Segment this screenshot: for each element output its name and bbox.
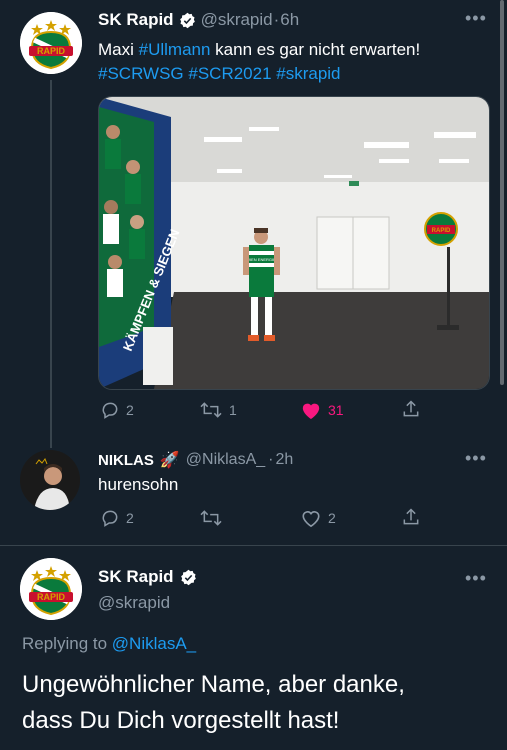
share-icon [403, 400, 419, 417]
more-options-icon[interactable]: ••• [465, 448, 487, 469]
tweet-header: SK Rapid [98, 567, 197, 587]
hashtags-link[interactable]: #SCRWSG #SCR2021 #skrapid [98, 64, 341, 83]
reply-count: 2 [126, 402, 134, 418]
heart-outline-icon [302, 511, 320, 528]
retweet-count: 1 [229, 402, 237, 418]
timestamp[interactable]: 6h [280, 10, 299, 30]
tweet-text-part: kann es gar nicht erwarten! [210, 40, 421, 59]
tweet-text-line: Ungewöhnlicher Name, aber danke, [22, 671, 405, 698]
reply-icon [102, 510, 118, 527]
share-icon [403, 508, 419, 525]
replying-to-handle[interactable]: @NiklasA_ [112, 634, 196, 653]
share-button[interactable] [401, 507, 421, 527]
tweet-text: Ungewöhnlicher Name, aber danke, dass Du… [22, 667, 502, 739]
tweet-text: hurensohn [98, 475, 179, 494]
scrollbar[interactable] [500, 0, 504, 385]
svg-text:RAPID: RAPID [37, 46, 66, 56]
replying-to: Replying to @NiklasA_ [22, 634, 196, 654]
jersey-sponsor-text: WIEN ENERGIE [246, 257, 276, 262]
handle[interactable]: @skrapid [98, 593, 170, 613]
avatar[interactable] [20, 450, 80, 510]
tweet-text-line: dass Du Dich vorgestellt hast! [22, 707, 340, 734]
like-button[interactable]: 31 [300, 400, 344, 420]
stand-logo-text: RAPID [432, 228, 451, 234]
tweet-text-part: Maxi [98, 40, 139, 59]
rocket-emoji-icon: 🚀 [159, 452, 180, 469]
retweet-button[interactable]: 1 [199, 400, 237, 420]
tweet-text: Maxi #Ullmann kann es gar nicht erwarten… [98, 38, 493, 86]
tweet-header: SK Rapid @skrapid · 6h [98, 10, 299, 30]
avatar[interactable]: RAPID [20, 558, 82, 620]
logo-text: RAPID [37, 592, 66, 602]
divider [0, 545, 507, 546]
hashtag-link[interactable]: #Ullmann [139, 40, 211, 59]
tweet-photo: KÄMPFEN & SIEGEN WIEN ENERGIE RAPID [99, 97, 489, 389]
reply-count: 2 [126, 510, 134, 526]
like-button[interactable]: 2 [300, 508, 336, 528]
share-button[interactable] [401, 399, 421, 419]
verified-badge-icon [180, 569, 196, 585]
sk-rapid-logo-icon: RAPID [20, 558, 82, 620]
display-name[interactable]: NIKLAS [98, 452, 154, 469]
more-options-icon[interactable]: ••• [465, 8, 487, 29]
reply-button[interactable]: 2 [100, 508, 134, 528]
display-name[interactable]: SK Rapid [98, 10, 174, 30]
like-count: 2 [328, 510, 336, 526]
thread-line [50, 80, 52, 448]
user-avatar-icon [20, 450, 80, 510]
separator-dot: · [273, 10, 280, 29]
retweet-button[interactable] [199, 508, 223, 528]
sk-rapid-logo-icon: RAPID [20, 12, 82, 74]
separator-dot: · [268, 451, 274, 468]
more-options-icon[interactable]: ••• [465, 568, 487, 589]
display-name[interactable]: SK Rapid [98, 567, 174, 587]
tweet-image[interactable]: KÄMPFEN & SIEGEN WIEN ENERGIE RAPID [98, 96, 490, 390]
reply-icon [102, 402, 118, 419]
heart-filled-icon [302, 403, 320, 420]
tweet-header: NIKLAS 🚀 @NiklasA_ · 2h [98, 450, 293, 470]
avatar[interactable]: RAPID [20, 12, 82, 74]
replying-to-label: Replying to [22, 634, 112, 653]
reply-button[interactable]: 2 [100, 400, 134, 420]
verified-badge-icon [179, 12, 195, 28]
retweet-icon [200, 510, 222, 526]
retweet-icon [200, 402, 222, 418]
handle[interactable]: @NiklasA_ [186, 451, 265, 469]
timestamp[interactable]: 2h [275, 451, 293, 469]
like-count: 31 [328, 402, 344, 418]
handle[interactable]: @skrapid [201, 10, 273, 30]
